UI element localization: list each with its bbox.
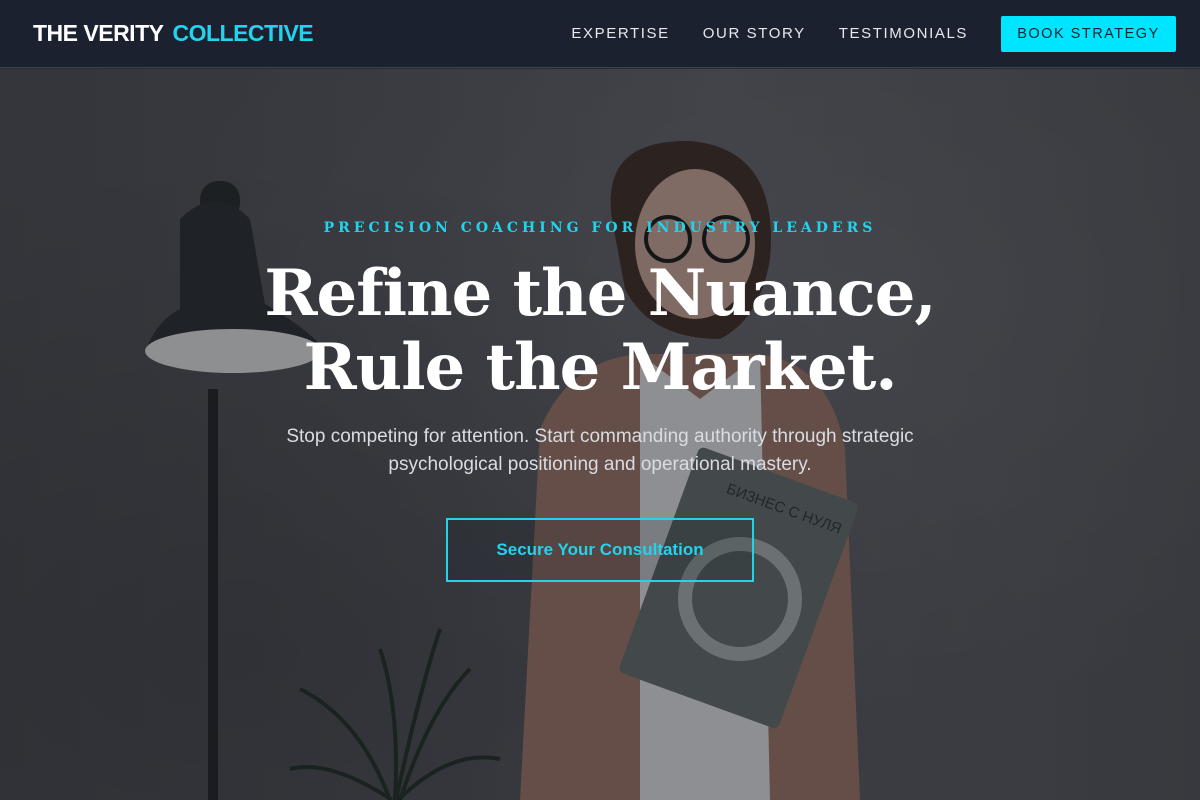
- hero-subtitle: Stop competing for attention. Start comm…: [286, 426, 914, 475]
- nav-link-expertise[interactable]: EXPERTISE: [571, 25, 669, 42]
- headline-line-2: Rule the Market.: [303, 330, 897, 405]
- hero-headline: Refine the Nuance, Rule the Market.: [0, 257, 1200, 405]
- secure-consultation-button[interactable]: Secure Your Consultation: [446, 518, 754, 582]
- nav-link-our-story[interactable]: OUR STORY: [703, 25, 806, 42]
- brand-logo[interactable]: THE VERITY COLLECTIVE: [33, 20, 314, 47]
- brand-word-primary: THE VERITY: [33, 20, 164, 46]
- hero-eyebrow: PRECISION COACHING FOR INDUSTRY LEADERS: [323, 220, 877, 236]
- nav-menu: EXPERTISE OUR STORY TESTIMONIALS BOOK ST…: [571, 15, 1176, 52]
- top-navbar: THE VERITY COLLECTIVE EXPERTISE OUR STOR…: [0, 0, 1200, 68]
- nav-link-testimonials[interactable]: TESTIMONIALS: [839, 25, 968, 42]
- headline-line-1: Refine the Nuance,: [264, 256, 936, 331]
- book-strategy-button[interactable]: BOOK STRATEGY: [1001, 15, 1176, 52]
- brand-word-accent: COLLECTIVE: [172, 20, 314, 46]
- hero-section: БИЗНЕС С НУЛЯ PRECISION COACHING FOR IND…: [0, 69, 1200, 800]
